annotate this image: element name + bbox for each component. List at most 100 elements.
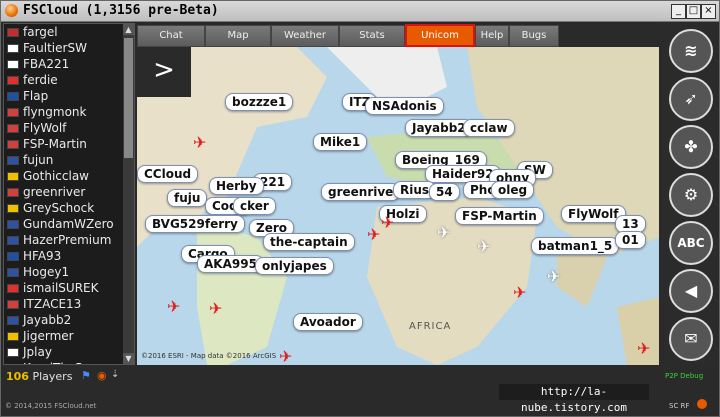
callsign-label[interactable]: Avoador bbox=[293, 313, 363, 331]
abc-icon[interactable]: ABC bbox=[669, 221, 713, 265]
speaker-icon[interactable]: ◀ bbox=[669, 269, 713, 313]
player-name: KamiThePony bbox=[23, 361, 104, 364]
callsign-label[interactable]: onlyjapes bbox=[255, 257, 334, 275]
tab-help[interactable]: Help bbox=[475, 25, 509, 47]
players-count: 106 Players bbox=[6, 370, 72, 383]
player-list-item[interactable]: FSP-Martin bbox=[4, 136, 122, 152]
callsign-label[interactable]: fuju bbox=[167, 189, 208, 207]
callsign-label[interactable]: the-captain bbox=[263, 233, 355, 251]
country-flag-icon bbox=[7, 124, 19, 133]
player-list-item[interactable]: Hogey1 bbox=[4, 264, 122, 280]
player-list-item[interactable]: fargel bbox=[4, 24, 122, 40]
player-list-item[interactable]: Jigermer bbox=[4, 328, 122, 344]
flag-filter-icon[interactable]: ⚑ bbox=[81, 369, 91, 382]
panel-toggle-button[interactable]: > bbox=[137, 47, 191, 97]
tab-map[interactable]: Map bbox=[205, 25, 271, 47]
player-list-item[interactable]: FlyWolf bbox=[4, 120, 122, 136]
player-list-item[interactable]: GundamWZero bbox=[4, 216, 122, 232]
player-list-item[interactable]: Flap bbox=[4, 88, 122, 104]
scrollbar-thumb[interactable] bbox=[124, 38, 133, 158]
callsign-label[interactable]: CCloud bbox=[137, 165, 199, 183]
record-icon[interactable]: ◉ bbox=[97, 369, 107, 382]
player-list-item[interactable]: FaultierSW bbox=[4, 40, 122, 56]
aircraft-icon[interactable]: ✈ bbox=[167, 297, 180, 316]
tab-chat[interactable]: Chat bbox=[137, 25, 205, 47]
tab-bugs[interactable]: Bugs bbox=[509, 25, 559, 47]
aircraft-icon[interactable]: ✈ bbox=[547, 267, 560, 286]
callsign-label[interactable]: greenrive bbox=[321, 183, 401, 201]
country-flag-icon bbox=[7, 316, 19, 325]
player-list-item[interactable]: Jplay bbox=[4, 344, 122, 360]
map-horizontal-scrollbar[interactable] bbox=[137, 367, 659, 377]
player-list-item[interactable]: fujun bbox=[4, 152, 122, 168]
close-button[interactable]: × bbox=[701, 4, 716, 19]
aircraft-icon[interactable]: ✈ bbox=[209, 299, 222, 318]
callsign-label[interactable]: AKA995 bbox=[197, 255, 264, 273]
app-window: FSCloud (1,3156 pre-Beta) _ □ × fargel Fa… bbox=[0, 0, 720, 417]
player-name: Jigermer bbox=[23, 329, 74, 343]
status-indicator bbox=[697, 399, 707, 409]
tab-stats[interactable]: Stats bbox=[339, 25, 405, 47]
country-flag-icon bbox=[7, 60, 19, 69]
country-flag-icon bbox=[7, 188, 19, 197]
aircraft-icon[interactable]: ✈ bbox=[381, 213, 394, 232]
player-list-item[interactable]: ITZACE13 bbox=[4, 296, 122, 312]
aircraft-icon[interactable]: ✈ bbox=[637, 339, 650, 358]
aircraft-icon[interactable]: ✈ bbox=[477, 237, 490, 256]
download-icon[interactable]: ⇣ bbox=[111, 369, 119, 380]
player-list-item[interactable]: flyngmonk bbox=[4, 104, 122, 120]
app-logo-icon bbox=[5, 4, 18, 17]
player-list-item[interactable]: FBA221 bbox=[4, 56, 122, 72]
callsign-label[interactable]: 01 bbox=[615, 231, 646, 249]
player-list-item[interactable]: HFA93 bbox=[4, 248, 122, 264]
scroll-up-icon[interactable]: ▲ bbox=[123, 24, 134, 35]
player-list-item[interactable]: HazerPremium bbox=[4, 232, 122, 248]
aircraft-icon[interactable]: ✈ bbox=[367, 225, 380, 244]
callsign-label[interactable]: cclaw bbox=[463, 119, 515, 137]
scroll-down-icon[interactable]: ▼ bbox=[123, 353, 134, 364]
player-name: ITZACE13 bbox=[23, 297, 82, 311]
player-list-item[interactable]: Gothicclaw bbox=[4, 168, 122, 184]
wifi-icon[interactable]: ≋ bbox=[669, 29, 713, 73]
player-name: fargel bbox=[23, 25, 58, 39]
world-map[interactable]: bozzze1 ITZ NSAdonis Jayabb2 cclaw Mike1 Boein… bbox=[137, 47, 659, 365]
tab-unicom[interactable]: Unicom bbox=[405, 24, 475, 47]
player-list-item[interactable]: ismailSUREK bbox=[4, 280, 122, 296]
country-flag-icon bbox=[7, 300, 19, 309]
player-list: fargel FaultierSW FBA221 ferdie Flap flyngmon… bbox=[4, 24, 122, 364]
callsign-label[interactable]: Herby bbox=[209, 177, 264, 195]
compass-icon[interactable]: ➶ bbox=[669, 77, 713, 121]
p2p-debug-label[interactable]: P2P Debug bbox=[665, 372, 703, 380]
watermark-text: http://la-nube.tistory.com bbox=[499, 384, 649, 414]
player-name: FlyWolf bbox=[23, 121, 67, 135]
callsign-label[interactable]: BVG529ferry bbox=[145, 215, 245, 233]
player-list-item[interactable]: KamiThePony bbox=[4, 360, 122, 364]
minimize-button[interactable]: _ bbox=[671, 4, 686, 19]
aircraft-icon[interactable]: ✈ bbox=[193, 133, 206, 152]
aircraft-icon[interactable]: ✈ bbox=[513, 283, 526, 302]
country-flag-icon bbox=[7, 252, 19, 261]
maximize-button[interactable]: □ bbox=[686, 4, 701, 19]
callsign-label[interactable]: batman1_5 bbox=[531, 237, 620, 255]
callsign-label[interactable]: oleg bbox=[491, 181, 535, 199]
aircraft-icon[interactable]: ✈ bbox=[437, 223, 450, 242]
aircraft-icon[interactable]: ✈ bbox=[279, 347, 292, 365]
callsign-label[interactable]: bozzze1 bbox=[225, 93, 294, 111]
player-count-bar: 106 Players ⚑ ◉ ⇣ bbox=[3, 367, 133, 387]
player-list-scrollbar[interactable]: ▲ ▼ bbox=[123, 24, 134, 364]
player-list-item[interactable]: ferdie bbox=[4, 72, 122, 88]
callsign-label[interactable]: 54 bbox=[429, 183, 460, 201]
callsign-label[interactable]: cker bbox=[233, 197, 276, 215]
tab-weather[interactable]: Weather bbox=[271, 25, 339, 47]
player-name: GundamWZero bbox=[23, 217, 114, 231]
player-list-item[interactable]: Jayabb2 bbox=[4, 312, 122, 328]
callsign-label[interactable]: FSP-Martin bbox=[455, 207, 544, 225]
player-list-item[interactable]: GreySchock bbox=[4, 200, 122, 216]
mail-icon[interactable]: ✉ bbox=[669, 317, 713, 361]
puzzle-icon[interactable]: ✤ bbox=[669, 125, 713, 169]
player-list-item[interactable]: greenriver bbox=[4, 184, 122, 200]
gear-icon[interactable]: ⚙ bbox=[669, 173, 713, 217]
country-flag-icon bbox=[7, 268, 19, 277]
callsign-label[interactable]: Mike1 bbox=[313, 133, 368, 151]
callsign-label[interactable]: NSAdonis bbox=[365, 97, 444, 115]
